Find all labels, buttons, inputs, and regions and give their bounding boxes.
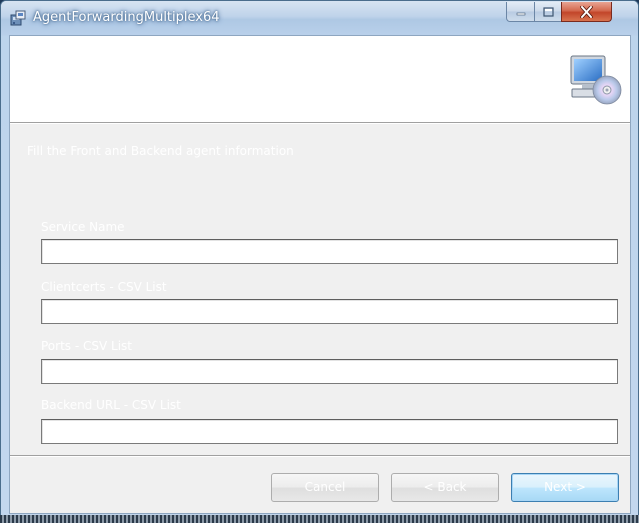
close-icon (580, 5, 593, 18)
maximize-icon (542, 6, 554, 17)
banner-separator (10, 123, 630, 124)
service-name-input[interactable] (41, 239, 618, 264)
minimize-icon (516, 12, 525, 15)
next-button[interactable]: Next > (511, 473, 619, 502)
service-name-label: Service Name (41, 220, 125, 234)
clientcerts-input[interactable] (41, 299, 618, 324)
minimize-button[interactable] (506, 2, 535, 22)
button-area-divider-highlight (10, 456, 630, 457)
computer-with-disc-icon (570, 55, 622, 105)
ports-input[interactable] (41, 359, 618, 384)
cancel-button[interactable]: Cancel (271, 473, 379, 502)
close-button[interactable] (561, 2, 612, 22)
installer-package-icon (10, 10, 26, 26)
ports-label: Ports - CSV List (41, 339, 132, 353)
wizard-banner (10, 36, 630, 123)
title-bar[interactable]: AgentForwardingMultiplex64 (1, 1, 638, 35)
clientcerts-label: Clientcerts - CSV List (41, 280, 167, 294)
maximize-button[interactable] (534, 2, 562, 22)
wizard-client-area: Fill the Front and Backend agent informa… (9, 35, 631, 514)
backend-url-label: Backend URL - CSV List (41, 398, 181, 412)
window-title: AgentForwardingMultiplex64 (33, 10, 220, 25)
instruction-text: Fill the Front and Backend agent informa… (27, 144, 294, 158)
desktop-taskbar-edge (0, 515, 639, 523)
installer-window: AgentForwardingMultiplex64 Fill the Fron… (0, 0, 639, 523)
backend-url-input[interactable] (41, 419, 618, 444)
back-button[interactable]: < Back (391, 473, 499, 502)
